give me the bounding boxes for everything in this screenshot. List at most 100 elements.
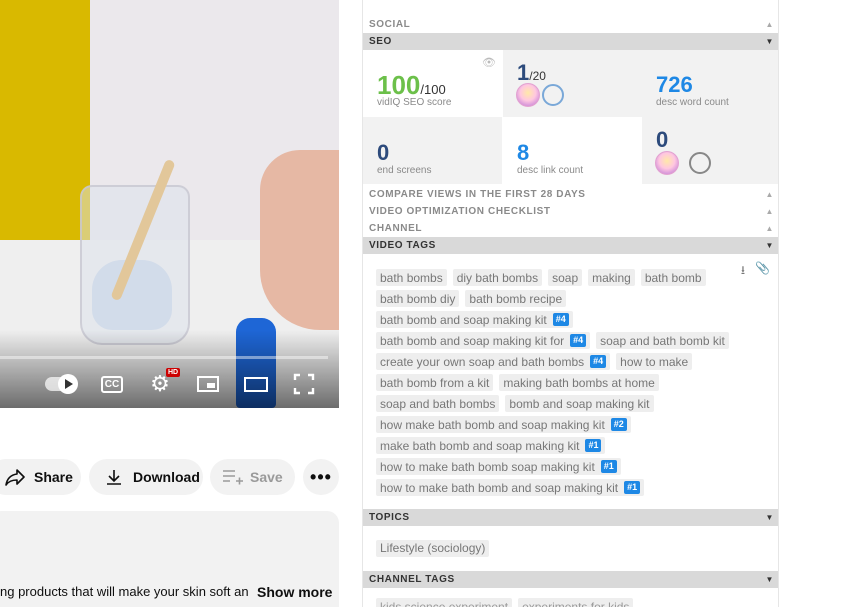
video-tag[interactable]: bath bomb and soap making kit for #4	[376, 332, 591, 349]
tag-row: bath bomb diy bath bomb recipe	[376, 288, 742, 309]
save-button[interactable]: Save	[210, 459, 295, 495]
link-icon[interactable]	[542, 84, 564, 106]
channel-tag[interactable]: experiments for kids	[518, 598, 634, 607]
section-channel-tags-label: CHANNEL TAGS	[369, 574, 455, 585]
video-tag-label: bomb and soap making kit	[509, 396, 650, 411]
video-tag[interactable]: create your own soap and bath bombs #4	[376, 353, 611, 370]
video-player[interactable]: CC ⚙ HD	[0, 0, 339, 408]
autoplay-toggle[interactable]	[44, 370, 78, 398]
rank-tile: 1/20	[503, 50, 642, 117]
tag-rank-badge: #4	[552, 313, 569, 326]
video-tag-label: bath bomb recipe	[469, 291, 563, 306]
subscribe-link-value: 0	[656, 127, 669, 152]
seo-score-value: 100	[377, 70, 421, 100]
section-topics[interactable]: TOPICS ▼	[363, 509, 778, 526]
desc-link-count-label: desc link count	[517, 165, 584, 176]
playlist-add-icon	[222, 466, 244, 488]
play-icon	[58, 374, 78, 394]
progress-bar[interactable]	[0, 356, 328, 359]
video-tag-label: how to make bath bomb soap making kit	[380, 459, 595, 474]
video-actions: Share Download Save •••	[0, 459, 339, 495]
share-icon	[4, 466, 26, 488]
section-topics-label: TOPICS	[369, 512, 410, 523]
channel-tag[interactable]: kids science experiment	[376, 598, 513, 607]
video-tag[interactable]: soap and bath bomb kit	[596, 332, 729, 349]
tag-row: how to make bath bomb soap making kit #1	[376, 456, 742, 477]
video-tag[interactable]: making bath bombs at home	[499, 374, 659, 391]
video-tag[interactable]: bath bomb and soap making kit #4	[376, 311, 573, 328]
section-video-tags-label: VIDEO TAGS	[369, 240, 436, 251]
subscribe-icon[interactable]	[689, 152, 711, 174]
video-tag-label: how to make bath bomb and soap making ki…	[380, 480, 619, 495]
channel-logo	[516, 83, 540, 107]
eye-icon[interactable]: 👁	[482, 56, 496, 69]
chevron-up-icon: ▲	[765, 190, 774, 199]
seo-score-max: /100	[420, 82, 446, 97]
video-tag-label: bath bomb	[644, 270, 702, 285]
video-tag[interactable]: bath bomb from a kit	[376, 374, 494, 391]
tag-rank-badge: #4	[590, 355, 607, 368]
tag-row: make bath bomb and soap making kit #1	[376, 435, 742, 456]
section-channel-tags[interactable]: CHANNEL TAGS ▼	[363, 571, 778, 588]
fullscreen-button[interactable]	[292, 370, 316, 398]
vidiq-panel: SOCIAL ▲ SEO ▼ 👁 100/100 vidIQ SEO score…	[362, 0, 779, 607]
miniplayer-button[interactable]	[196, 370, 220, 398]
rank-value: 1	[517, 60, 530, 85]
section-seo[interactable]: SEO ▼	[363, 33, 778, 50]
video-tag[interactable]: make bath bomb and soap making kit #1	[376, 437, 606, 454]
video-tag[interactable]: bath bomb recipe	[465, 290, 567, 307]
end-screens-tile: 0 end screens	[363, 117, 502, 184]
desc-link-count-tile: 8 desc link count	[503, 117, 642, 184]
page: CC ⚙ HD Share Download Save ••• ng produ…	[0, 0, 853, 607]
theater-mode-button[interactable]	[243, 370, 269, 398]
download-button[interactable]: Download	[89, 459, 203, 495]
video-tag-label: make bath bomb and soap making kit	[380, 438, 580, 453]
section-social-label: SOCIAL	[369, 19, 411, 30]
player-controls: CC ⚙ HD	[0, 368, 339, 398]
paperclip-icon[interactable]: 📎	[755, 261, 770, 282]
video-tag[interactable]: bath bomb	[640, 269, 706, 286]
video-tag-label: how make bath bomb and soap making kit	[380, 417, 605, 432]
video-tag[interactable]: how to make bath bomb and soap making ki…	[376, 479, 645, 496]
video-tag[interactable]: how make bath bomb and soap making kit #2	[376, 416, 631, 433]
video-tag-label: bath bomb diy	[380, 291, 456, 306]
description-text: ng products that will make your skin sof…	[0, 584, 249, 599]
video-tag[interactable]: bath bombs	[376, 269, 447, 286]
video-tag[interactable]: soap	[548, 269, 583, 286]
video-tag[interactable]: bomb and soap making kit	[505, 395, 654, 412]
video-tag[interactable]: soap and bath bombs	[376, 395, 500, 412]
video-tag[interactable]: making	[588, 269, 635, 286]
video-tag[interactable]: bath bomb diy	[376, 290, 460, 307]
section-compare-views[interactable]: COMPARE VIEWS IN THE FIRST 28 DAYS ▲	[363, 186, 778, 203]
share-button[interactable]: Share	[0, 459, 81, 495]
subscribe-link-tile: 0	[642, 117, 778, 184]
tag-rank-badge: #1	[600, 460, 617, 473]
tag-row: soap and bath bombs bomb and soap making …	[376, 393, 742, 414]
desc-link-count-value: 8	[517, 140, 530, 165]
subtitles-button[interactable]: CC	[100, 370, 124, 398]
topic-tag[interactable]: Lifestyle (sociology)	[376, 539, 490, 557]
chevron-up-icon: ▲	[765, 207, 774, 216]
more-actions-button[interactable]: •••	[303, 459, 339, 495]
fullscreen-icon	[293, 373, 315, 395]
seo-score-tile: 👁 100/100 vidIQ SEO score	[363, 50, 502, 117]
tag-row: how make bath bomb and soap making kit #2	[376, 414, 742, 435]
video-tag-label: making	[592, 270, 631, 285]
download-label: Download	[133, 469, 200, 485]
tag-row: bath bomb and soap making kit #4	[376, 309, 742, 330]
section-channel-label: CHANNEL	[369, 223, 423, 234]
video-frame-background	[0, 0, 90, 250]
desc-word-count-tile: 726 desc word count	[642, 50, 778, 117]
tag-row: bath bomb and soap making kit for #4 soap …	[376, 330, 742, 351]
section-optimization-checklist[interactable]: VIDEO OPTIMIZATION CHECKLIST ▲	[363, 203, 778, 220]
topics-list: Lifestyle (sociology)	[376, 539, 495, 557]
section-social[interactable]: SOCIAL ▲	[363, 16, 778, 33]
video-tag[interactable]: diy bath bombs	[452, 269, 543, 286]
video-tag[interactable]: how to make	[616, 353, 693, 370]
video-tag[interactable]: how to make bath bomb soap making kit #1	[376, 458, 621, 475]
section-video-tags[interactable]: VIDEO TAGS ▼	[363, 237, 778, 254]
section-compare-views-label: COMPARE VIEWS IN THE FIRST 28 DAYS	[369, 189, 586, 200]
show-more-button[interactable]: Show more	[253, 584, 333, 600]
section-channel[interactable]: CHANNEL ▲	[363, 220, 778, 237]
section-checklist-label: VIDEO OPTIMIZATION CHECKLIST	[369, 206, 551, 217]
